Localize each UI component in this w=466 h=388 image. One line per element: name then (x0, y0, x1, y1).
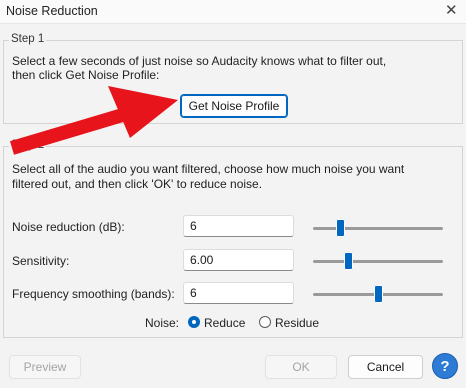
cancel-button[interactable]: Cancel (348, 355, 423, 379)
sensitivity-input[interactable]: 6.00 (183, 249, 294, 271)
frequency-smoothing-slider[interactable] (313, 285, 443, 303)
close-icon[interactable]: ✕ (445, 1, 458, 19)
sensitivity-slider[interactable] (313, 252, 443, 270)
title-bar: Noise Reduction ✕ (0, 0, 466, 24)
step1-group: Step 1 Select a few seconds of just nois… (3, 33, 463, 124)
help-icon[interactable]: ? (432, 353, 458, 379)
noise-reduction-slider[interactable] (313, 219, 443, 237)
residue-radio[interactable] (259, 316, 271, 328)
step2-instruction-line1: Select all of the audio you want filtere… (12, 162, 405, 176)
noise-reduction-slider-thumb[interactable] (336, 219, 345, 237)
sensitivity-label: Sensitivity: (12, 254, 70, 268)
noise-label: Noise: (145, 316, 180, 330)
step2-instruction-line2: filtered out, and then click 'OK' to red… (12, 177, 263, 191)
step2-heading: Step 2 (9, 139, 47, 151)
residue-radio-label[interactable]: Residue (275, 316, 319, 330)
step2-group: Step 2 Select all of the audio you want … (3, 139, 463, 338)
frequency-smoothing-input[interactable]: 6 (183, 282, 294, 304)
window-title: Noise Reduction (6, 4, 98, 18)
ok-button[interactable]: OK (265, 355, 337, 379)
get-noise-profile-button[interactable]: Get Noise Profile (180, 94, 288, 118)
step1-instruction-line1: Select a few seconds of just noise so Au… (12, 54, 387, 68)
noise-reduction-label: Noise reduction (dB): (12, 220, 125, 234)
reduce-radio[interactable] (188, 316, 200, 328)
step1-heading: Step 1 (9, 33, 47, 45)
noise-reduction-input[interactable]: 6 (183, 215, 294, 237)
preview-button[interactable]: Preview (9, 355, 81, 379)
frequency-smoothing-label: Frequency smoothing (bands): (12, 287, 175, 301)
step1-instruction-line2: then click Get Noise Profile: (12, 68, 160, 82)
reduce-radio-label[interactable]: Reduce (204, 316, 245, 330)
frequency-smoothing-slider-thumb[interactable] (374, 285, 383, 303)
sensitivity-slider-thumb[interactable] (344, 252, 353, 270)
